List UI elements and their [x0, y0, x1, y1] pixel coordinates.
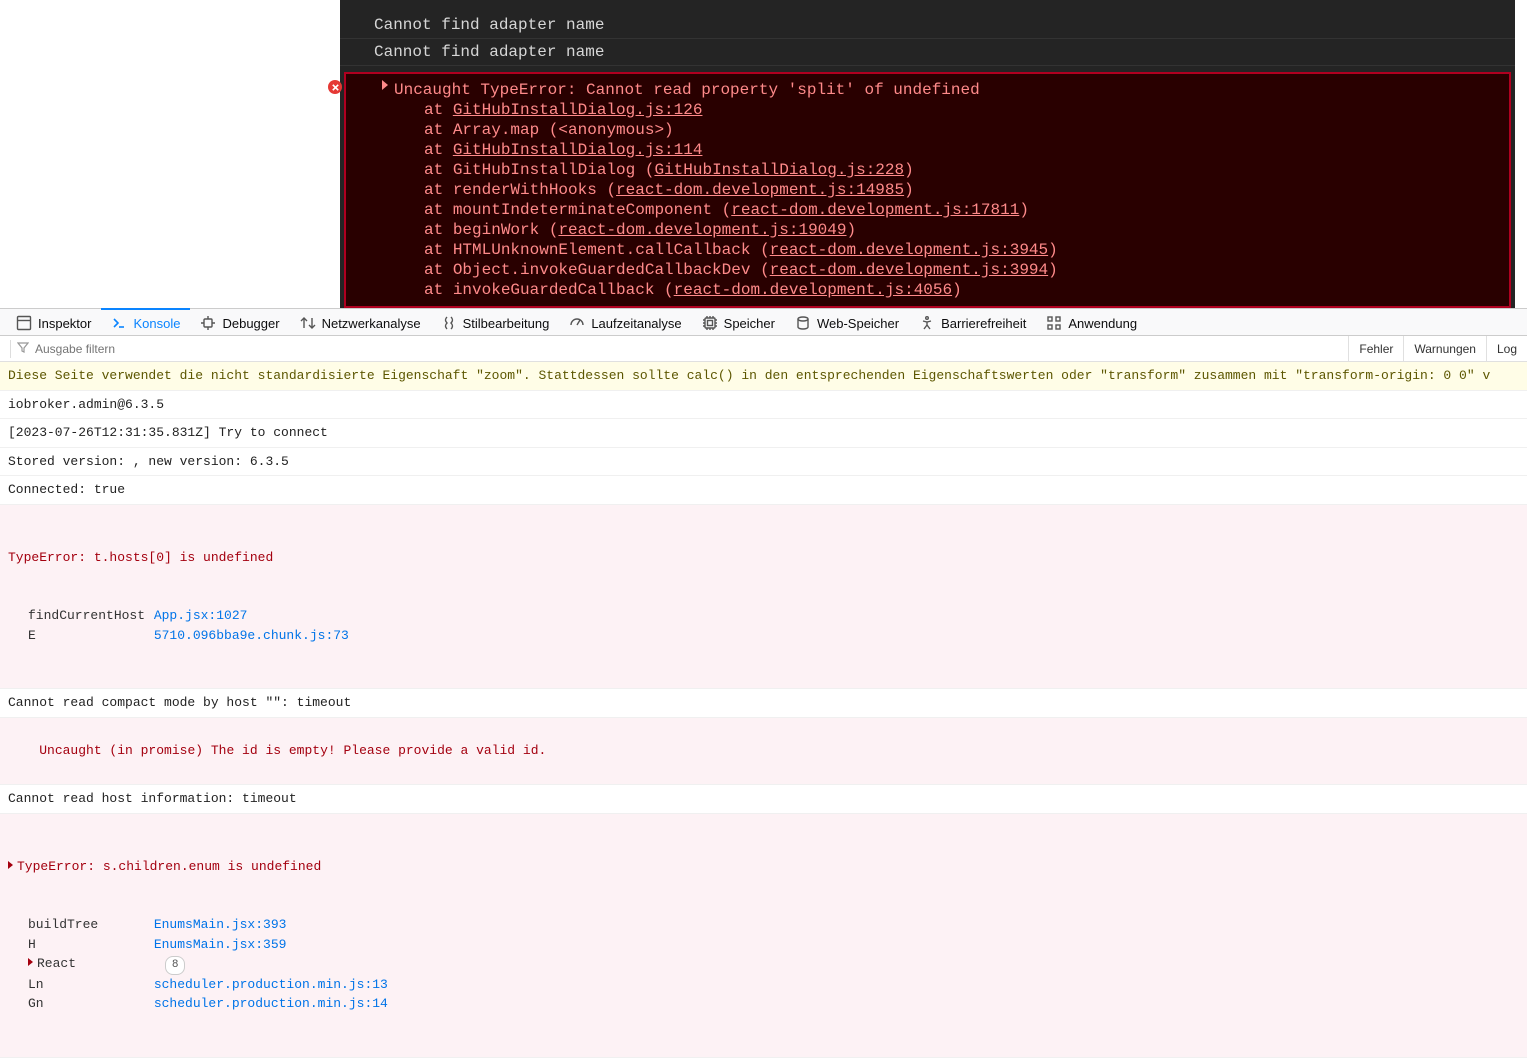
- filter-warnungen-button[interactable]: Warnungen: [1403, 336, 1486, 361]
- stack-frame: at GitHubInstallDialog (GitHubInstallDia…: [382, 160, 1509, 180]
- source-link[interactable]: react-dom.development.js:4056: [674, 281, 952, 299]
- tool-label: Debugger: [222, 316, 279, 331]
- stack-frame: at beginWork (react-dom.development.js:1…: [382, 220, 1509, 240]
- stack-frame: at GitHubInstallDialog.js:126: [382, 100, 1509, 120]
- filter-icon: [17, 341, 29, 356]
- tool-label: Stilbearbeitung: [463, 316, 550, 331]
- filter-input[interactable]: [35, 342, 335, 356]
- source-link[interactable]: scheduler.production.min.js:13: [154, 977, 388, 992]
- tool-label: Konsole: [133, 316, 180, 331]
- console-error-row: Uncaught (in promise) The id is empty! P…: [0, 718, 1527, 786]
- tool-storage[interactable]: Web-Speicher: [785, 308, 909, 336]
- filter-log-button[interactable]: Log: [1486, 336, 1527, 361]
- error-headline: TypeError: s.children.enum is undefined: [17, 859, 321, 874]
- expand-caret-icon[interactable]: [382, 80, 388, 90]
- source-link[interactable]: react-dom.development.js:3945: [770, 241, 1048, 259]
- tool-console[interactable]: Konsole: [101, 308, 190, 336]
- tool-label: Inspektor: [38, 316, 91, 331]
- stack-frame: H EnumsMain.jsx:359: [8, 935, 1519, 955]
- stack-frame: Ln scheduler.production.min.js:13: [8, 975, 1519, 995]
- console-output: Diese Seite verwendet die nicht standard…: [0, 362, 1527, 1058]
- stack-frame: at GitHubInstallDialog.js:114: [382, 140, 1509, 160]
- source-link[interactable]: react-dom.development.js:17811: [731, 201, 1019, 219]
- page-console-error: Uncaught TypeError: Cannot read property…: [344, 72, 1511, 308]
- stack-frame: findCurrentHost App.jsx:1027: [8, 606, 1519, 626]
- tool-performance[interactable]: Laufzeitanalyse: [559, 308, 691, 336]
- source-link[interactable]: react-dom.development.js:14985: [616, 181, 904, 199]
- page-console-panel: Cannot find adapter name Cannot find ada…: [340, 0, 1515, 308]
- tool-inspector[interactable]: Inspektor: [6, 308, 101, 336]
- source-link[interactable]: GitHubInstallDialog.js:114: [453, 141, 703, 159]
- expand-caret-icon[interactable]: [8, 861, 13, 869]
- stack-frame: at mountIndeterminateComponent (react-do…: [382, 200, 1509, 220]
- tool-style-editor[interactable]: Stilbearbeitung: [431, 308, 560, 336]
- stack-frame: buildTree EnumsMain.jsx:393: [8, 915, 1519, 935]
- tool-label: Anwendung: [1068, 316, 1137, 331]
- console-log-row: [2023-07-26T12:31:35.831Z] Try to connec…: [0, 419, 1527, 448]
- tool-label: Web-Speicher: [817, 316, 899, 331]
- tool-debugger[interactable]: Debugger: [190, 308, 289, 336]
- console-log-row: Cannot read host information: timeout: [0, 785, 1527, 814]
- console-log-row: iobroker.admin@6.3.5: [0, 391, 1527, 420]
- source-link[interactable]: EnumsMain.jsx:393: [154, 917, 287, 932]
- tool-application[interactable]: Anwendung: [1036, 308, 1147, 336]
- count-badge: 8: [165, 956, 186, 975]
- source-link[interactable]: react-dom.development.js:3994: [770, 261, 1048, 279]
- error-headline: Uncaught TypeError: Cannot read property…: [382, 80, 1509, 100]
- tool-memory[interactable]: Speicher: [692, 308, 785, 336]
- console-log-row: Cannot read compact mode by host "": tim…: [0, 689, 1527, 718]
- console-error-row: TypeError: s.children.enum is undefined …: [0, 814, 1527, 1058]
- stack-frame: E 5710.096bba9e.chunk.js:73: [8, 626, 1519, 646]
- source-link[interactable]: GitHubInstallDialog.js:228: [654, 161, 904, 179]
- expand-caret-icon[interactable]: [28, 958, 33, 966]
- console-log-row: Stored version: , new version: 6.3.5: [0, 448, 1527, 477]
- stack-frame: at Array.map (<anonymous>): [382, 120, 1509, 140]
- error-icon: [328, 80, 342, 94]
- console-warning-row: Diese Seite verwendet die nicht standard…: [0, 362, 1527, 391]
- stack-frame: React 8: [8, 954, 1519, 975]
- error-message: Uncaught (in promise) The id is empty! P…: [39, 743, 546, 758]
- filter-fehler-button[interactable]: Fehler: [1348, 336, 1403, 361]
- source-link[interactable]: 5710.096bba9e.chunk.js:73: [154, 628, 349, 643]
- tool-accessibility[interactable]: Barrierefreiheit: [909, 308, 1036, 336]
- tool-label: Barrierefreiheit: [941, 316, 1026, 331]
- source-link[interactable]: App.jsx:1027: [154, 608, 248, 623]
- source-link[interactable]: scheduler.production.min.js:14: [154, 996, 388, 1011]
- error-headline: TypeError: t.hosts[0] is undefined: [8, 548, 1519, 568]
- console-filter-bar: Fehler Warnungen Log: [0, 336, 1527, 362]
- tool-label: Netzwerkanalyse: [322, 316, 421, 331]
- source-link[interactable]: react-dom.development.js:19049: [558, 221, 846, 239]
- stack-frame: at Object.invokeGuardedCallbackDev (reac…: [382, 260, 1509, 280]
- page-console-log: Cannot find adapter name: [340, 39, 1515, 66]
- devtools-toolbar: Inspektor Konsole Debugger Netzwerkanaly…: [0, 308, 1527, 336]
- stack-frame: at renderWithHooks (react-dom.developmen…: [382, 180, 1509, 200]
- source-link[interactable]: EnumsMain.jsx:359: [154, 937, 287, 952]
- stack-frame: at invokeGuardedCallback (react-dom.deve…: [382, 280, 1509, 300]
- tool-network[interactable]: Netzwerkanalyse: [290, 308, 431, 336]
- console-log-row: Connected: true: [0, 476, 1527, 505]
- console-error-row: TypeError: t.hosts[0] is undefined findC…: [0, 505, 1527, 690]
- source-link[interactable]: GitHubInstallDialog.js:126: [453, 101, 703, 119]
- tool-label: Laufzeitanalyse: [591, 316, 681, 331]
- stack-frame: Gn scheduler.production.min.js:14: [8, 994, 1519, 1014]
- stack-frame: at HTMLUnknownElement.callCallback (reac…: [382, 240, 1509, 260]
- page-console-log: Cannot find adapter name: [340, 12, 1515, 39]
- tool-label: Speicher: [724, 316, 775, 331]
